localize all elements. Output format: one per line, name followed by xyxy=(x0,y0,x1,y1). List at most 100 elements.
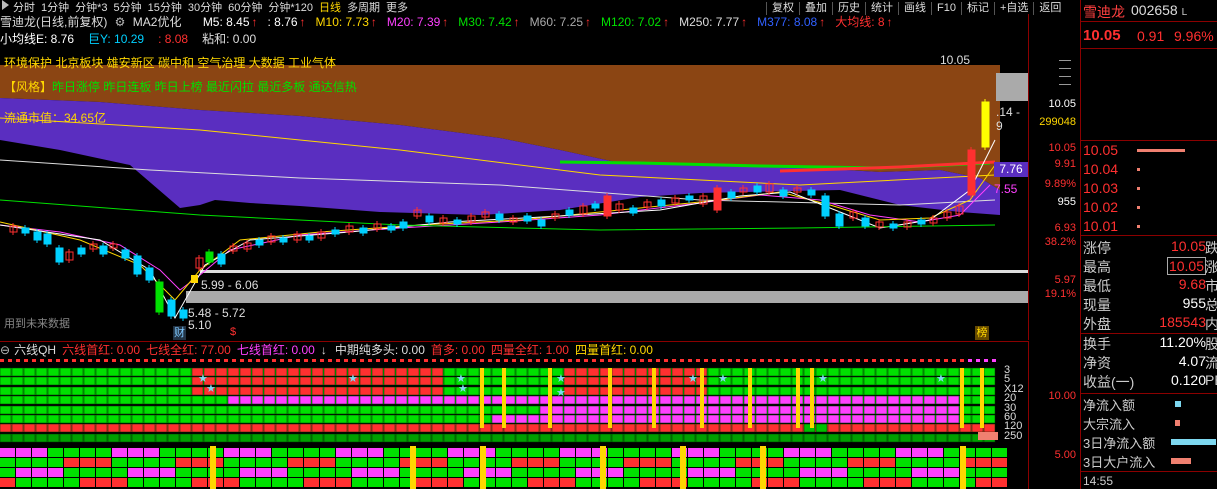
play-icon[interactable] xyxy=(2,0,9,10)
book-row[interactable]: 10.05 xyxy=(1081,142,1217,161)
indicator-cell xyxy=(851,367,864,377)
book-bar xyxy=(1137,149,1185,152)
lower-bar xyxy=(416,468,431,477)
indicator-cell xyxy=(335,367,348,377)
lower-bar xyxy=(800,458,815,467)
indicator-cell xyxy=(335,386,348,396)
dot xyxy=(800,359,804,362)
period-tab[interactable]: 15分钟 xyxy=(148,2,182,13)
gear-icon[interactable]: ⚙ xyxy=(115,15,126,29)
dot xyxy=(912,359,916,362)
lower-bar xyxy=(384,478,399,487)
indicator-value: 六线QH xyxy=(14,343,57,357)
indicator-name[interactable]: MA2优化 xyxy=(133,15,182,29)
billboard-icon[interactable]: 榜 xyxy=(975,326,989,340)
indicator-value: 七线全红: 77.00 xyxy=(146,343,231,357)
lower-bar xyxy=(928,478,943,487)
indicator-cell xyxy=(563,414,576,424)
lower-bar xyxy=(304,478,319,487)
lower-bar xyxy=(368,458,383,467)
dollar-icon[interactable]: $ xyxy=(230,326,236,338)
indicator-cell xyxy=(863,414,876,424)
lower-bar xyxy=(384,448,399,457)
price-change: 0.91 xyxy=(1137,28,1165,44)
indicator-cell xyxy=(467,395,480,405)
book-row[interactable]: 10.03 xyxy=(1081,180,1217,199)
indicator-cell xyxy=(71,386,84,396)
indicator-cell xyxy=(827,414,840,424)
indicator-cell xyxy=(419,376,432,386)
indicator-cell xyxy=(563,423,576,433)
lower-bar xyxy=(688,448,703,457)
period-tab[interactable]: 更多 xyxy=(386,2,408,13)
dot xyxy=(520,359,524,362)
period-tab[interactable]: 5分钟 xyxy=(114,2,142,13)
dot xyxy=(928,359,932,362)
indicator-cell xyxy=(575,367,588,377)
indicator-cell xyxy=(899,367,912,377)
stat-key: 外盘 xyxy=(1083,316,1111,332)
indicator-cell xyxy=(923,423,936,433)
lower-bar xyxy=(640,458,655,467)
up-arrow-icon: ↑ xyxy=(585,15,592,29)
indicator-cell xyxy=(947,414,960,424)
period-tab[interactable]: 30分钟 xyxy=(188,2,222,13)
indicator-cell xyxy=(239,367,252,377)
lower-bar xyxy=(80,468,95,477)
stat-key: 换手 xyxy=(1083,336,1111,352)
indicator-cell xyxy=(155,414,168,424)
kline-chart[interactable]: 环境保护 北京板块 雄安新区 碳中和 空气治理 大数据 工业气体 【风格】昨日涨… xyxy=(0,48,1028,340)
indicator-cell xyxy=(779,423,792,433)
lower-bar xyxy=(896,468,911,477)
indicator-cell xyxy=(107,395,120,405)
indicator-cell xyxy=(23,376,36,386)
indicator-cell xyxy=(347,395,360,405)
collapse-icon[interactable]: ⊖ xyxy=(0,343,10,357)
period-tab[interactable]: 日线 xyxy=(319,2,341,13)
indicator-cell xyxy=(251,376,264,386)
period-tab[interactable]: 分时 xyxy=(13,2,35,13)
lower-bar xyxy=(640,468,655,477)
indicator-cell xyxy=(467,414,480,424)
six-line-indicator[interactable]: ★ ★ ★ ★ ★ ★ ★ ★ ★ ★ ★ 3 5 X12 20 30 60 120 250 xyxy=(0,358,1028,489)
period-tab[interactable]: 分钟*120 xyxy=(268,2,313,13)
indicator-cell xyxy=(443,405,456,415)
finance-icon[interactable]: 财 xyxy=(173,326,186,340)
indicator-cell xyxy=(287,376,300,386)
indicator-cell xyxy=(323,386,336,396)
lower-bar xyxy=(160,478,175,487)
indicator-cell xyxy=(923,414,936,424)
lower-bar xyxy=(688,458,703,467)
stock-title[interactable]: 雪迪龙(日线,前复权) xyxy=(0,15,107,29)
period-tab[interactable]: 分钟*3 xyxy=(75,2,107,13)
period-tab[interactable]: 多周期 xyxy=(347,2,380,13)
indicator-cell xyxy=(35,367,48,377)
indicator-cell xyxy=(71,376,84,386)
indicator-cell xyxy=(239,405,252,415)
indicator-cell xyxy=(383,405,396,415)
ma-value: : 8.76 xyxy=(267,15,298,29)
indicator-cell xyxy=(287,367,300,377)
stat-row: 涨停 10.05跌 xyxy=(1081,238,1217,257)
lower-bar xyxy=(432,478,447,487)
indicator-cell xyxy=(611,405,624,415)
indicator-cell xyxy=(299,414,312,424)
book-row[interactable]: 10.04 xyxy=(1081,161,1217,180)
candle xyxy=(727,191,736,199)
period-tab[interactable]: 1分钟 xyxy=(41,2,69,13)
indicator-cell xyxy=(131,386,144,396)
period-tab[interactable]: 60分钟 xyxy=(228,2,262,13)
lower-bar xyxy=(112,458,127,467)
indicator-cell xyxy=(275,367,288,377)
indicator-cell xyxy=(551,414,564,424)
book-row[interactable]: 10.02 xyxy=(1081,199,1217,218)
indicator-cell xyxy=(887,433,900,443)
current-time: 14:55 xyxy=(1083,474,1114,488)
indicator-axis: 10.00 5.00 xyxy=(1028,341,1080,489)
indicator-cell xyxy=(23,405,36,415)
lower-bar xyxy=(0,468,15,477)
dot xyxy=(824,359,828,362)
lower-bar xyxy=(16,478,31,487)
indicator-cell xyxy=(611,376,624,386)
pink-cell xyxy=(978,432,998,440)
